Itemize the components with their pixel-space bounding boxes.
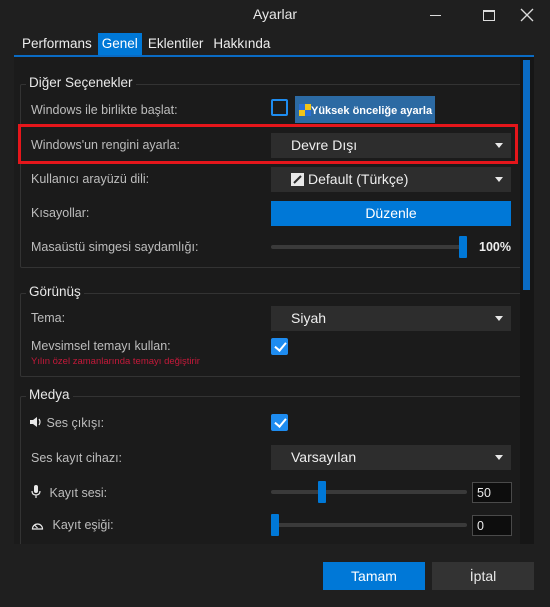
desktop-transparency-thumb[interactable] bbox=[459, 236, 467, 258]
maximize-icon bbox=[483, 9, 495, 21]
chevron-down-icon bbox=[495, 455, 503, 460]
appearance-title: Görünüş bbox=[26, 284, 84, 299]
chevron-down-icon bbox=[495, 177, 503, 182]
start-with-windows-checkbox[interactable] bbox=[271, 99, 288, 116]
recording-threshold-thumb[interactable] bbox=[271, 514, 279, 536]
close-button[interactable] bbox=[504, 0, 550, 30]
recording-device-value: Varsayılan bbox=[291, 449, 357, 465]
recording-threshold-label: Kayıt eşiği: bbox=[52, 518, 114, 532]
annotation-highlight bbox=[18, 124, 518, 164]
other-options-title: Diğer Seçenekler bbox=[26, 75, 136, 90]
gauge-icon bbox=[31, 523, 44, 530]
tab-performance[interactable]: Performans bbox=[18, 33, 96, 55]
ui-language-value: Default (Türkçe) bbox=[308, 171, 409, 187]
speaker-icon bbox=[30, 417, 41, 427]
recording-volume-track[interactable] bbox=[271, 490, 467, 494]
recording-threshold-track[interactable] bbox=[271, 523, 467, 527]
microphone-icon bbox=[31, 485, 41, 498]
ok-button[interactable]: Tamam bbox=[323, 562, 425, 590]
media-title: Medya bbox=[26, 387, 73, 402]
recording-volume-input[interactable]: 50 bbox=[472, 482, 512, 503]
desktop-transparency-label: Masaüstü simgesi saydamlığı: bbox=[31, 240, 199, 254]
high-priority-label: Yüksek önceliğe ayarla bbox=[311, 105, 433, 117]
recording-volume-label: Kayıt sesi: bbox=[49, 486, 108, 500]
shield-icon bbox=[299, 104, 311, 116]
tab-bar: Performans Genel Eklentiler Hakkında bbox=[18, 33, 276, 55]
seasonal-theme-label: Mevsimsel temayı kullan: bbox=[31, 339, 171, 353]
language-icon bbox=[291, 173, 304, 186]
minimize-icon bbox=[429, 14, 441, 16]
shortcuts-label: Kısayollar: bbox=[31, 206, 90, 220]
ui-language-label: Kullanıcı arayüzü dili: bbox=[31, 172, 150, 186]
theme-dropdown[interactable]: Siyah bbox=[271, 306, 511, 331]
start-with-windows-label: Windows ile birlikte başlat: bbox=[31, 103, 178, 117]
high-priority-button[interactable]: Yüksek önceliğe ayarla bbox=[295, 96, 435, 123]
chevron-down-icon bbox=[495, 316, 503, 321]
theme-value: Siyah bbox=[291, 310, 327, 326]
seasonal-theme-hint: Yılın özel zamanlarında temayı değiştiri… bbox=[31, 356, 200, 367]
minimize-button[interactable] bbox=[412, 0, 458, 30]
close-icon bbox=[520, 8, 534, 22]
seasonal-theme-checkbox[interactable] bbox=[271, 338, 288, 355]
desktop-transparency-value: 100% bbox=[479, 240, 511, 254]
recording-threshold-row: Kayıt eşiği: bbox=[31, 518, 114, 532]
recording-threshold-input[interactable]: 0 bbox=[472, 515, 512, 536]
sound-output-row: Ses çıkışı: bbox=[29, 416, 104, 430]
sound-output-checkbox[interactable] bbox=[271, 414, 288, 431]
tab-about[interactable]: Hakkında bbox=[209, 33, 274, 55]
tab-plugins[interactable]: Eklentiler bbox=[144, 33, 208, 55]
cancel-button[interactable]: İptal bbox=[432, 562, 534, 590]
tab-general[interactable]: Genel bbox=[97, 33, 142, 55]
theme-label: Tema: bbox=[31, 311, 66, 325]
desktop-transparency-track[interactable] bbox=[271, 245, 465, 249]
sound-output-label: Ses çıkışı: bbox=[46, 416, 105, 430]
recording-volume-thumb[interactable] bbox=[318, 481, 326, 503]
ui-language-dropdown[interactable]: Default (Türkçe) bbox=[271, 167, 511, 192]
edit-shortcuts-button[interactable]: Düzenle bbox=[271, 201, 511, 226]
scrollbar-thumb[interactable] bbox=[523, 60, 530, 290]
title-bar: Ayarlar bbox=[0, 0, 550, 30]
recording-device-dropdown[interactable]: Varsayılan bbox=[271, 445, 511, 470]
recording-device-label: Ses kayıt cihazı: bbox=[31, 451, 123, 465]
recording-volume-row: Kayıt sesi: bbox=[31, 485, 107, 500]
